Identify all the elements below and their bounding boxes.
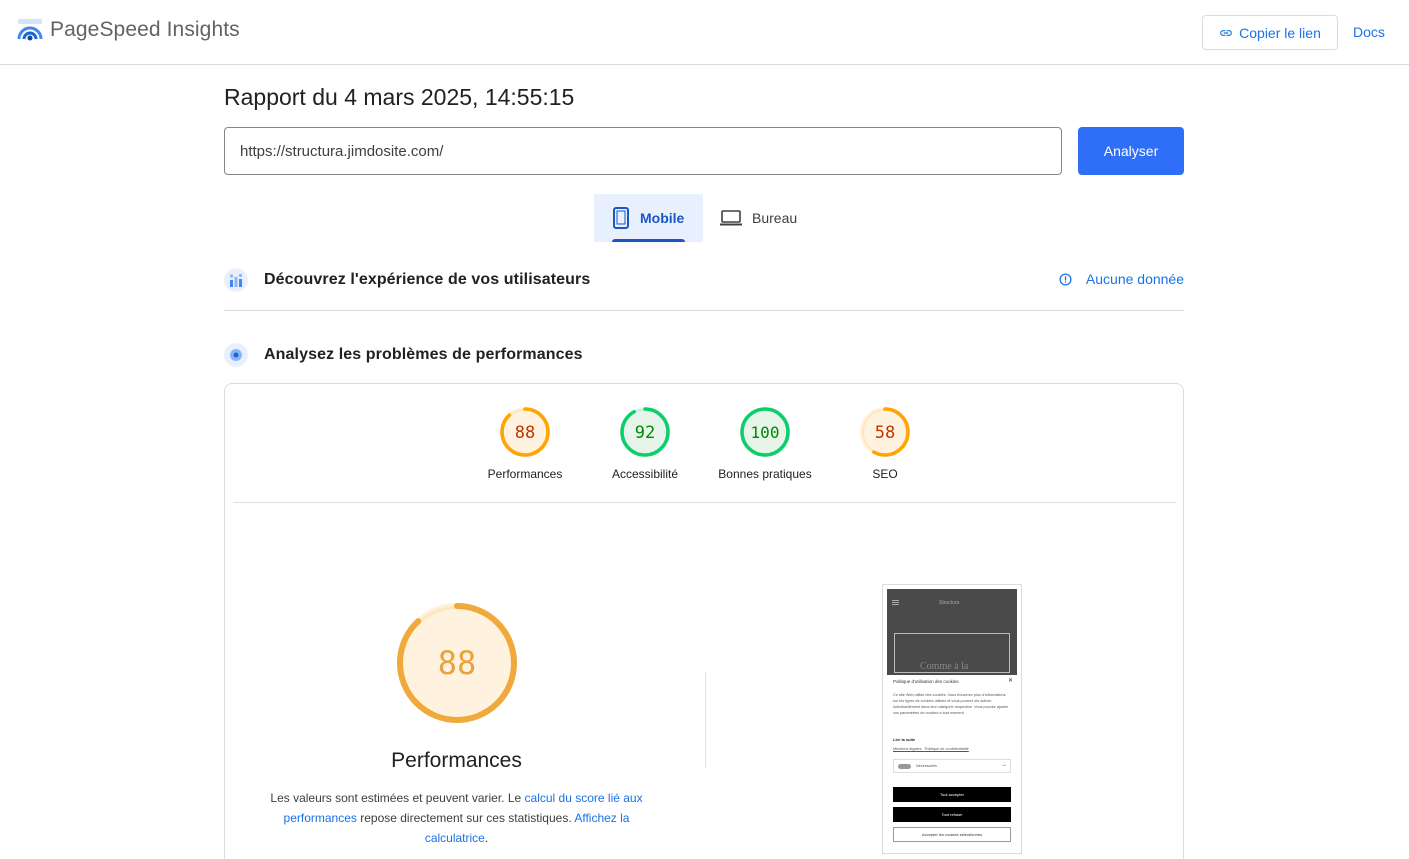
report-title: Rapport du 4 mars 2025, 14:55:15 <box>224 84 575 110</box>
arrow-right-icon: → <box>1001 762 1007 768</box>
score-label-accessibility: Accessibilité <box>611 467 679 481</box>
cookie-toggle-row: Nécessaires → <box>893 759 1011 773</box>
tab-mobile-label: Mobile <box>640 210 685 226</box>
gauge-ring-best-practices: 100 <box>740 407 790 457</box>
app-name[interactable]: PageSpeed Insights <box>50 18 240 42</box>
cookie-title: Politique d'utilisation des cookies <box>893 679 959 684</box>
cookie-link-privacy: Politique de confidentialité <box>924 747 969 751</box>
score-value-seo: 58 <box>875 423 895 443</box>
report-card: 88 Performances 92 Accessibilité 100 Bon… <box>224 383 1184 859</box>
score-gauge-best-practices[interactable]: 100 Bonnes pratiques <box>700 406 830 481</box>
analyze-button[interactable]: Analyser <box>1078 127 1184 175</box>
cookie-close-icon: ✕ <box>1007 678 1013 684</box>
info-icon <box>1059 272 1072 286</box>
field-data-title: Découvrez l'expérience de vos utilisateu… <box>264 271 591 288</box>
gauge-ring-performance: 88 <box>500 407 550 457</box>
url-input[interactable] <box>224 127 1062 175</box>
cookie-links: Mentions légales Politique de confidenti… <box>893 747 969 751</box>
score-value-accessibility: 92 <box>635 423 655 443</box>
score-gauge-performance[interactable]: 88 Performances <box>460 406 590 481</box>
page-screenshot[interactable]: Structura Comme à la Politique d'utilisa… <box>882 584 1022 854</box>
desc-text-3: . <box>484 831 489 845</box>
link-icon <box>1220 29 1232 36</box>
pagespeed-logo-icon[interactable] <box>17 17 43 43</box>
tab-mobile[interactable]: Mobile <box>594 194 703 242</box>
vertical-divider <box>705 672 706 768</box>
copy-link-button[interactable]: Copier le lien <box>1202 15 1338 50</box>
screenshot-cookie-banner: Politique d'utilisation des cookies ✕ Ce… <box>887 675 1017 853</box>
lab-data-section: Analysez les problèmes de performances <box>224 342 1184 368</box>
score-value-performance: 88 <box>515 423 535 443</box>
toggle-switch-icon <box>898 764 911 769</box>
cookie-link-legal: Mentions légales <box>893 747 922 751</box>
score-label-performance: Performances <box>487 467 563 481</box>
tab-desktop[interactable]: Bureau <box>720 194 820 242</box>
docs-link[interactable]: Docs <box>1353 24 1385 40</box>
desc-text-1: Les valeurs sont estimées et peuvent var… <box>270 791 525 805</box>
performance-gauge-large: 88 <box>397 603 517 723</box>
desc-text-2: repose directement sur ces statistiques. <box>356 811 575 825</box>
score-label-seo: SEO <box>872 467 898 481</box>
section-divider <box>224 310 1184 311</box>
no-data-link[interactable]: Aucune donnée <box>1059 271 1184 287</box>
cookie-read-more: Lire la suite <box>893 737 916 742</box>
gauges-divider <box>233 502 1176 503</box>
no-data-label: Aucune donnée <box>1085 271 1184 287</box>
hamburger-icon <box>892 600 899 605</box>
score-gauge-accessibility[interactable]: 92 Accessibilité <box>580 406 710 481</box>
laptop-icon <box>720 210 742 226</box>
lab-data-title: Analysez les problèmes de performances <box>264 346 583 363</box>
tab-desktop-label: Bureau <box>752 210 798 226</box>
screenshot-brand: Structura <box>939 600 960 606</box>
users-chart-icon <box>224 268 248 292</box>
score-value-best-practices: 100 <box>751 423 780 442</box>
screenshot-hero-text: Comme à la <box>920 661 969 672</box>
performance-title: Performances <box>391 749 522 772</box>
cookie-accept-all: Tout accepter <box>893 787 1011 802</box>
field-data-section: Découvrez l'expérience de vos utilisateu… <box>224 267 1184 293</box>
copy-link-label: Copier le lien <box>1239 24 1321 41</box>
cookie-accept-selected: Accepter les cookies sélectionnés <box>893 827 1011 842</box>
screenshot-hero: Structura Comme à la <box>887 589 1017 675</box>
performance-score-large: 88 <box>438 644 477 682</box>
gauge-ring-seo: 58 <box>860 407 910 457</box>
gauge-ring-accessibility: 92 <box>620 407 670 457</box>
score-gauge-seo[interactable]: 58 SEO <box>820 406 950 481</box>
cookie-toggle-label: Nécessaires <box>916 764 937 768</box>
top-app-bar: PageSpeed Insights Copier le lien Docs <box>0 0 1409 65</box>
active-tab-indicator <box>612 239 685 242</box>
cookie-body: Ce site Web utilise des cookies. Vous tr… <box>893 693 1009 715</box>
smartphone-icon <box>613 207 629 229</box>
cookie-reject-all: Tout refuser <box>893 807 1011 822</box>
score-label-best-practices: Bonnes pratiques <box>718 467 812 481</box>
diagnostics-icon <box>224 343 248 367</box>
performance-description: Les valeurs sont estimées et peuvent var… <box>265 788 648 848</box>
